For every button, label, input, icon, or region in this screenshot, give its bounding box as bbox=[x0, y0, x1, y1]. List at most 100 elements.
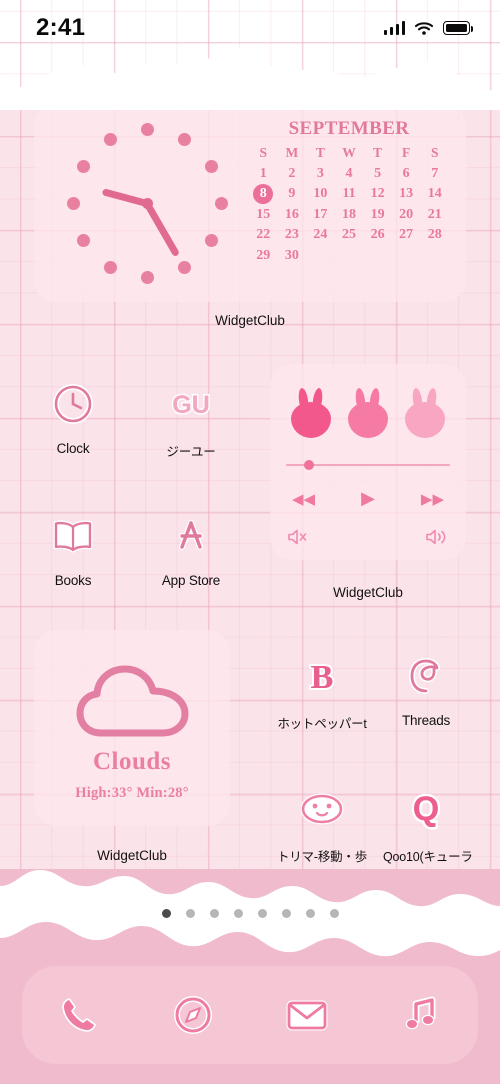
clock-icon bbox=[42, 373, 104, 435]
widget-clock-calendar[interactable]: SEPTEMBER SMTWTFS 1 2 3 4 5 6 7 8 9 10 11 12 13 14 15 1… bbox=[34, 104, 466, 302]
app-icon-qoo10[interactable]: Q Q Qoo10(キューラ bbox=[383, 778, 473, 865]
calendar-day bbox=[392, 246, 421, 267]
calendar-day[interactable]: 5 bbox=[363, 164, 392, 185]
widget-weather-label: WidgetClub bbox=[97, 848, 167, 863]
calendar-day[interactable]: 17 bbox=[306, 205, 335, 226]
calendar-day[interactable]: 10 bbox=[306, 184, 335, 205]
calendar-day[interactable]: 18 bbox=[335, 205, 364, 226]
calendar-day[interactable]: 30 bbox=[278, 246, 307, 267]
calendar-day bbox=[306, 246, 335, 267]
analog-clock bbox=[52, 112, 242, 294]
next-button[interactable]: ▶▶ bbox=[421, 490, 444, 508]
page-dot[interactable] bbox=[257, 909, 267, 918]
calendar-day[interactable]: 12 bbox=[363, 184, 392, 205]
progress-knob[interactable] bbox=[303, 460, 314, 470]
qoo10-q-icon: Q Q bbox=[395, 778, 457, 840]
calendar-day[interactable]: 16 bbox=[278, 205, 307, 226]
app-icon-gu[interactable]: GU GU ジーユー bbox=[148, 373, 234, 460]
calendar-day[interactable]: 25 bbox=[335, 225, 364, 246]
battery-full-icon bbox=[443, 21, 473, 35]
status-bar-indicators bbox=[383, 21, 473, 36]
cellular-bars-icon bbox=[383, 21, 405, 35]
volume-up-icon[interactable] bbox=[424, 527, 450, 547]
clock-tick bbox=[140, 270, 154, 284]
clock-hour-hand bbox=[101, 187, 148, 207]
calendar-day[interactable]: 28 bbox=[420, 225, 449, 246]
calendar-day[interactable]: 11 bbox=[335, 184, 364, 205]
trima-penguin-icon bbox=[291, 778, 353, 840]
calendar-day[interactable]: 27 bbox=[392, 225, 421, 246]
mail-envelope-icon bbox=[286, 1000, 328, 1031]
calendar-today[interactable]: 8 bbox=[249, 184, 278, 205]
clock-tick bbox=[204, 159, 218, 173]
calendar-day-initial: T bbox=[373, 145, 383, 160]
calendar-day[interactable]: 15 bbox=[249, 205, 278, 226]
page-dot[interactable] bbox=[209, 909, 219, 918]
calendar-day[interactable]: 26 bbox=[363, 225, 392, 246]
calendar-day[interactable]: 1 bbox=[249, 164, 278, 185]
clock-tick bbox=[103, 260, 117, 274]
page-dot[interactable] bbox=[233, 909, 243, 918]
dock-item-safari[interactable] bbox=[165, 987, 221, 1043]
page-dot[interactable] bbox=[329, 909, 339, 918]
calendar-day[interactable]: 2 bbox=[278, 164, 307, 185]
calendar-day[interactable]: 3 bbox=[306, 164, 335, 185]
calendar-day[interactable]: 19 bbox=[363, 205, 392, 226]
status-bar: 2:41 bbox=[0, 0, 500, 56]
app-icon-app-store[interactable]: App Store bbox=[148, 505, 234, 588]
page-dot[interactable] bbox=[281, 909, 291, 918]
app-icon-books[interactable]: Books bbox=[30, 505, 116, 588]
widget-music-player[interactable]: ◀◀ ▶ ▶▶ bbox=[270, 364, 466, 560]
calendar-day[interactable]: 20 bbox=[392, 205, 421, 226]
calendar-day-initial: S bbox=[259, 145, 268, 160]
widget-music-player-label: WidgetClub bbox=[333, 585, 403, 600]
calendar-day[interactable]: 14 bbox=[420, 184, 449, 205]
calendar-day-initial: T bbox=[315, 145, 325, 160]
previous-button[interactable]: ◀◀ bbox=[292, 490, 315, 508]
calendar-day[interactable]: 4 bbox=[335, 164, 364, 185]
dock-item-mail[interactable] bbox=[279, 987, 335, 1043]
cloud-icon bbox=[75, 663, 191, 741]
app-icon-threads[interactable]: Threads bbox=[383, 645, 469, 728]
calendar-day bbox=[335, 246, 364, 267]
phone-icon bbox=[62, 998, 96, 1032]
calendar-day[interactable]: 21 bbox=[420, 205, 449, 226]
clock-tick bbox=[66, 196, 80, 210]
gu-icon: GU GU bbox=[160, 373, 222, 435]
clock-tick bbox=[177, 132, 191, 146]
page-dot[interactable] bbox=[161, 909, 171, 918]
music-note-icon bbox=[405, 996, 436, 1030]
page-dot[interactable] bbox=[185, 909, 195, 918]
dock bbox=[22, 966, 478, 1064]
volume-mute-icon[interactable] bbox=[286, 527, 310, 547]
calendar-day[interactable]: 24 bbox=[306, 225, 335, 246]
svg-text:B: B bbox=[311, 659, 334, 696]
play-button[interactable]: ▶ bbox=[361, 488, 375, 509]
dock-item-phone[interactable] bbox=[51, 987, 107, 1043]
calendar-day[interactable]: 6 bbox=[392, 164, 421, 185]
widget-weather[interactable]: Clouds High:33° Min:28° bbox=[34, 630, 230, 826]
app-icon-trima[interactable]: トリマ-移動・歩 bbox=[267, 778, 377, 865]
safari-compass-icon bbox=[174, 996, 212, 1034]
dock-item-music[interactable] bbox=[393, 987, 449, 1043]
app-icon-clock[interactable]: Clock bbox=[30, 373, 116, 456]
app-label: Qoo10(キューラ bbox=[383, 850, 473, 864]
clock-minute-hand bbox=[143, 201, 181, 257]
bunny-2 bbox=[347, 387, 389, 438]
calendar-day-initial: W bbox=[342, 145, 356, 160]
app-icon-hotpepper[interactable]: B B ホットペッパーt bbox=[267, 645, 377, 732]
calendar-day-initials: SMTWTFS bbox=[249, 143, 449, 164]
calendar-day[interactable]: 22 bbox=[249, 225, 278, 246]
music-progress-slider[interactable] bbox=[286, 460, 450, 470]
page-dot[interactable] bbox=[305, 909, 315, 918]
page-indicator-dots[interactable] bbox=[0, 909, 500, 918]
status-bar-time: 2:41 bbox=[36, 14, 86, 41]
calendar-day[interactable]: 13 bbox=[392, 184, 421, 205]
calendar-day[interactable]: 7 bbox=[420, 164, 449, 185]
music-volume-controls bbox=[286, 527, 450, 547]
calendar-day[interactable]: 9 bbox=[278, 184, 307, 205]
calendar-day[interactable]: 23 bbox=[278, 225, 307, 246]
hotpepper-b-icon: B B bbox=[291, 645, 353, 707]
weather-temperatures: High:33° Min:28° bbox=[75, 785, 189, 801]
calendar-day[interactable]: 29 bbox=[249, 246, 278, 267]
